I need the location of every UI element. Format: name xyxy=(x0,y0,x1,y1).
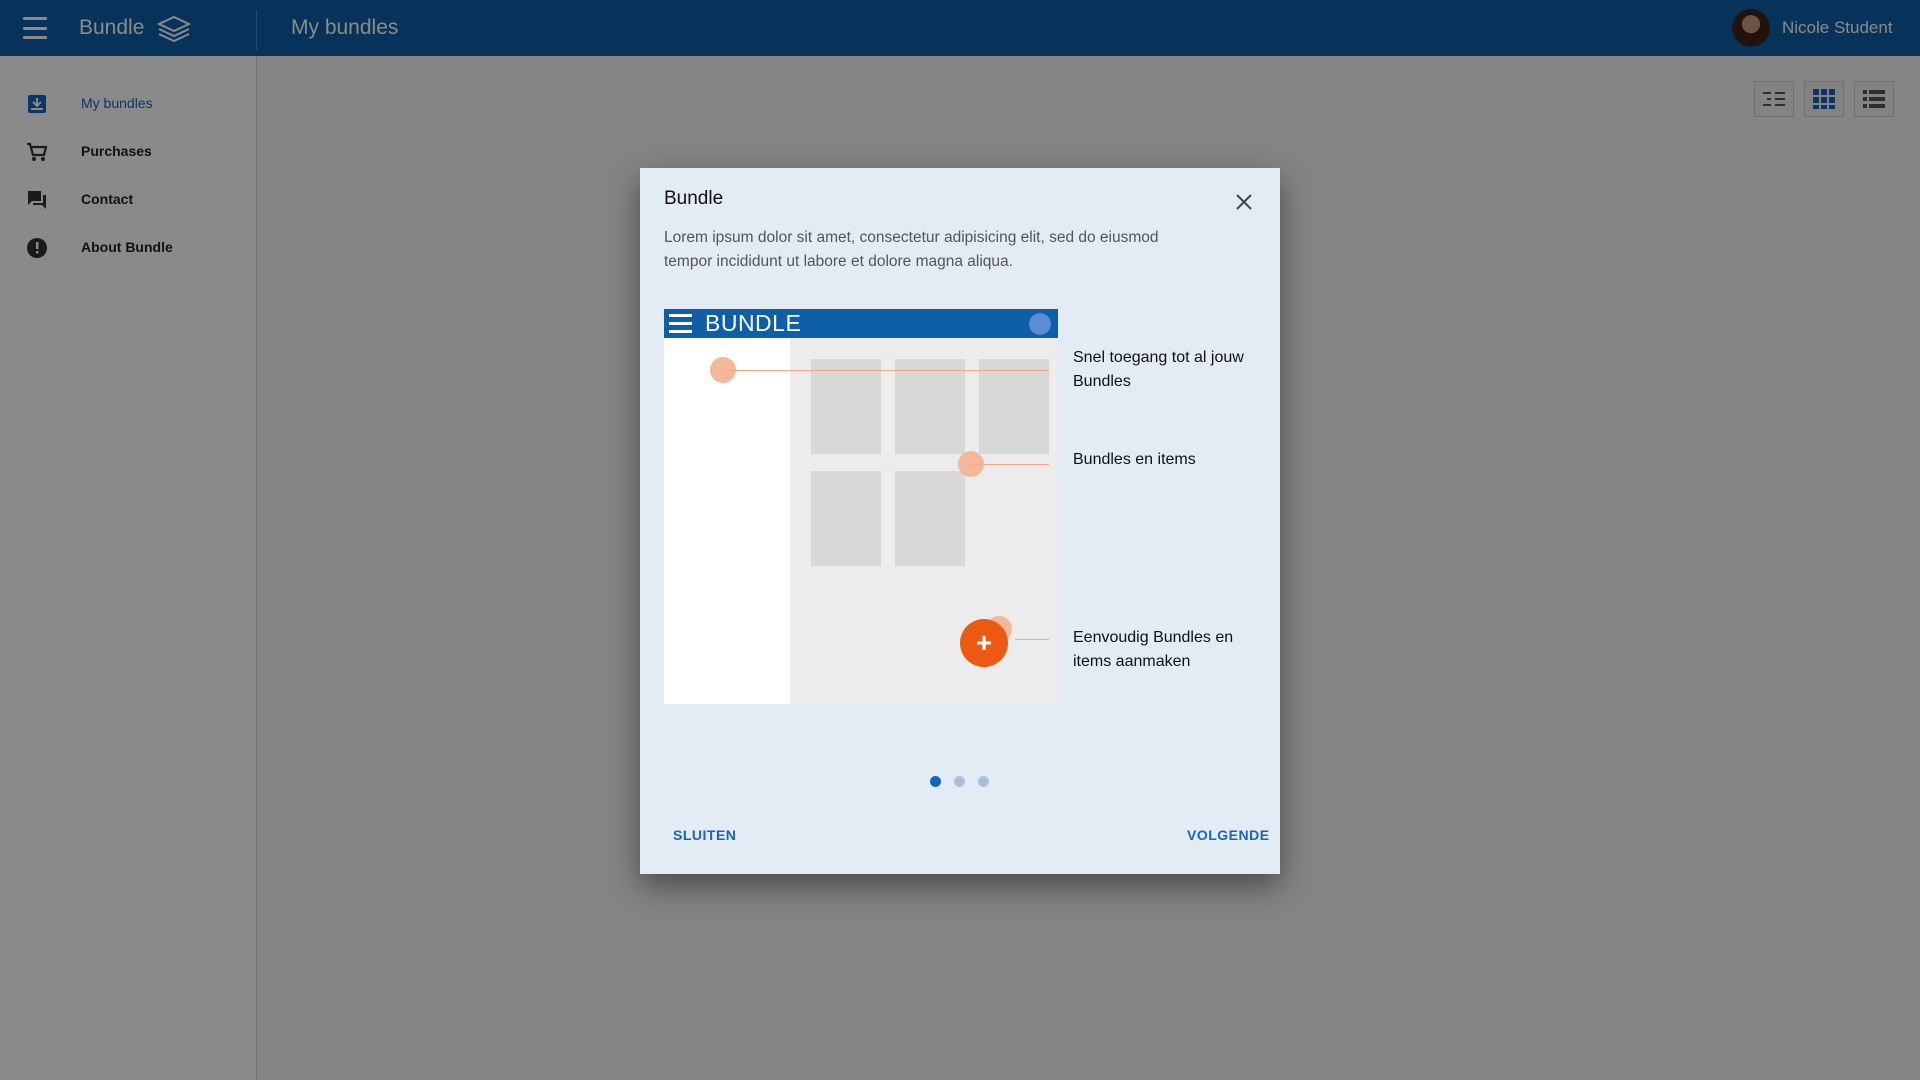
illustration-menu-icon xyxy=(669,314,692,333)
callout-line xyxy=(972,464,1049,465)
illustration-content xyxy=(790,338,1058,704)
callout-quick-access: Snel toegang tot al jouw Bundles xyxy=(1073,349,1244,390)
close-button[interactable]: SLUITEN xyxy=(667,823,742,847)
callout-line xyxy=(1015,639,1049,640)
callout-bundles-items: Bundles en items xyxy=(1073,451,1196,468)
pager-dot-3[interactable] xyxy=(978,776,989,787)
illustration-tile xyxy=(895,471,965,566)
illustration-tile xyxy=(979,359,1049,454)
illustration-header: BUNDLE xyxy=(664,309,1058,338)
callout-line xyxy=(724,370,1049,371)
illustration-tile xyxy=(895,359,965,454)
illustration-avatar xyxy=(1029,313,1051,335)
pager-dot-2[interactable] xyxy=(954,776,965,787)
dialog-title: Bundle xyxy=(664,188,724,209)
pager-dot-1[interactable] xyxy=(930,776,941,787)
callout-create: Eenvoudig Bundles en items aanmaken xyxy=(1073,629,1234,670)
illustration-add-icon: + xyxy=(960,619,1008,667)
onboarding-dialog: Bundle Lorem ipsum dolor sit amet, conse… xyxy=(640,168,1280,874)
illustration-brand: BUNDLE xyxy=(705,310,802,336)
illustration-tile xyxy=(811,359,881,454)
next-button[interactable]: VOLGENDE xyxy=(1181,823,1276,847)
dialog-description: Lorem ipsum dolor sit amet, consectetur … xyxy=(664,229,1159,270)
illustration-tile xyxy=(811,471,881,566)
close-icon[interactable] xyxy=(1232,190,1256,214)
app-illustration: BUNDLE + xyxy=(664,309,1058,704)
